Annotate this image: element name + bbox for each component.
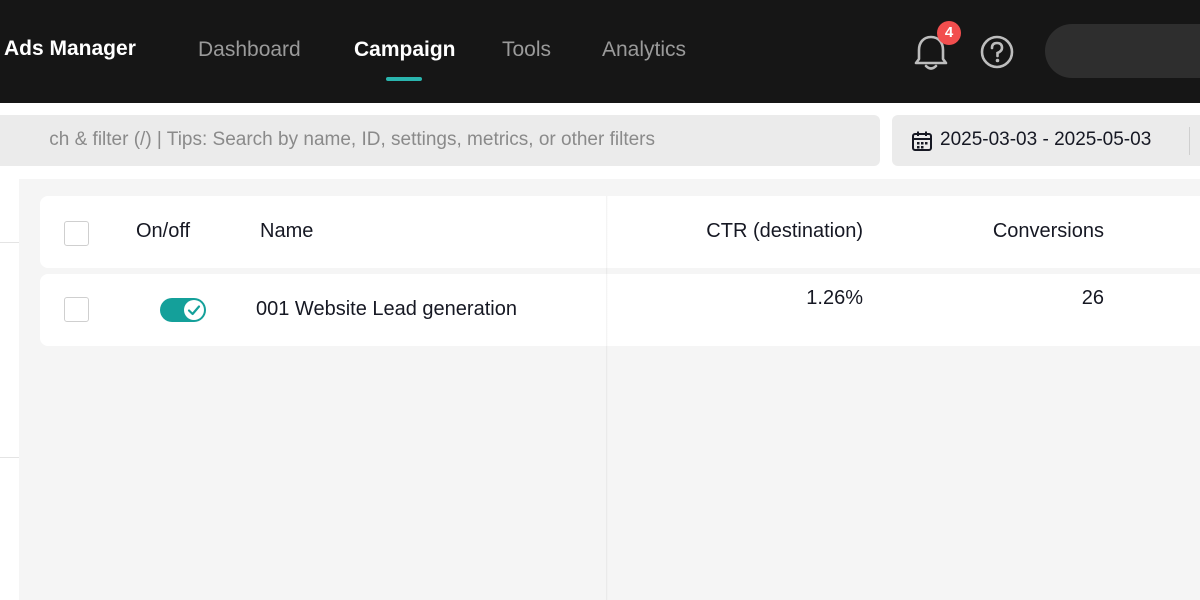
column-header-name[interactable]: Name: [260, 220, 313, 243]
app-title: Ads Manager: [4, 37, 136, 60]
toggle-knob: [184, 300, 204, 320]
check-icon: [187, 305, 201, 316]
column-header-ctr-destination[interactable]: CTR (destination): [640, 220, 863, 243]
column-header-conversions[interactable]: Conversions: [920, 220, 1104, 243]
left-panel-divider: [0, 242, 19, 243]
tab-analytics[interactable]: Analytics: [602, 38, 686, 62]
campaign-name-link[interactable]: 001 Website Lead generation: [256, 298, 517, 321]
table-header-row: On/off Name CTR (destination) Conversion…: [40, 196, 1200, 268]
calendar-icon: [912, 131, 932, 151]
filter-bar: ch & filter (/) | Tips: Search by name, …: [0, 103, 1200, 179]
table-row[interactable]: 001 Website Lead generation 1.26% 26: [40, 274, 1200, 346]
top-navigation-bar: Ads Manager Dashboard Campaign Tools Ana…: [0, 0, 1200, 103]
date-range-value: 2025-03-03 - 2025-05-03: [940, 129, 1152, 150]
tab-tools[interactable]: Tools: [502, 38, 551, 62]
help-button[interactable]: [979, 34, 1015, 70]
notification-count-badge: 4: [937, 21, 961, 45]
frozen-column-divider: [606, 196, 608, 600]
tab-campaign[interactable]: Campaign: [354, 38, 456, 62]
account-menu[interactable]: [1045, 24, 1200, 78]
left-side-panel: [0, 179, 19, 600]
campaign-status-toggle[interactable]: [160, 298, 206, 322]
search-filter-input[interactable]: ch & filter (/) | Tips: Search by name, …: [0, 115, 880, 166]
cell-ctr-destination: 1.26%: [806, 287, 863, 309]
left-panel-divider: [0, 457, 19, 458]
cell-conversions: 26: [1081, 287, 1104, 309]
row-select-checkbox[interactable]: [64, 297, 89, 322]
select-all-checkbox[interactable]: [64, 221, 89, 246]
column-header-on-off[interactable]: On/off: [136, 220, 190, 243]
search-placeholder: ch & filter (/) | Tips: Search by name, …: [49, 129, 655, 150]
tab-dashboard[interactable]: Dashboard: [198, 38, 301, 62]
date-range-picker[interactable]: 2025-03-03 - 2025-05-03: [892, 115, 1200, 166]
date-range-divider: [1189, 127, 1190, 155]
active-tab-indicator: [386, 77, 422, 81]
help-circle-icon: [980, 35, 1014, 69]
